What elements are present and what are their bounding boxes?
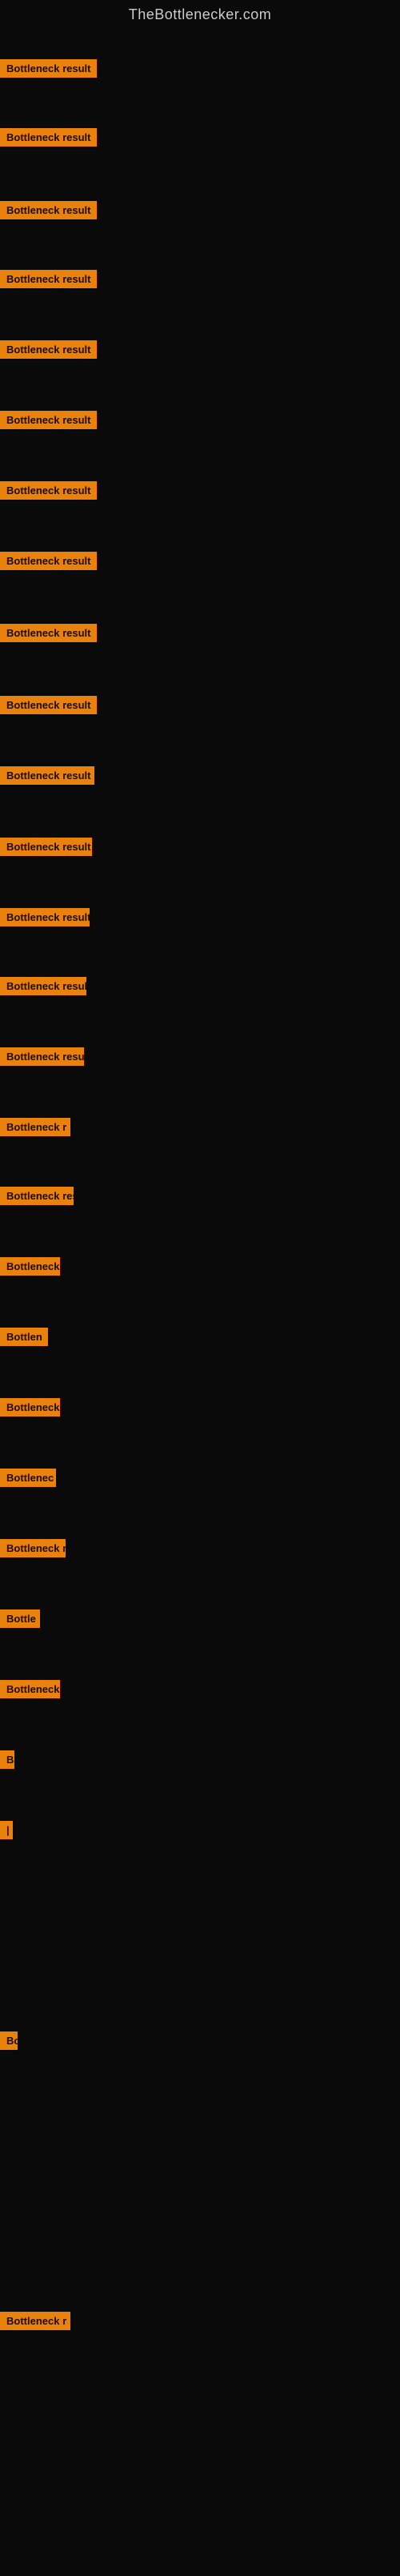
bottleneck-badge: Bottleneck: [0, 1257, 60, 1276]
bottleneck-result-item[interactable]: Bottleneck result: [0, 201, 97, 223]
bottleneck-badge: Bottleneck result: [0, 481, 97, 500]
bottleneck-badge: Bottleneck result: [0, 270, 97, 288]
bottleneck-badge: |: [0, 1821, 13, 1839]
bottleneck-result-item[interactable]: Bottleneck result: [0, 340, 97, 363]
bottleneck-result-item[interactable]: Bottlenec: [0, 1469, 56, 1491]
bottleneck-badge: Bottleneck result: [0, 696, 97, 714]
bottleneck-badge: Bottleneck result: [0, 59, 97, 78]
bottleneck-badge: Bottleneck r: [0, 2312, 70, 2330]
bottleneck-result-item[interactable]: Bottleneck result: [0, 552, 97, 574]
bottleneck-result-item[interactable]: Bottleneck result: [0, 908, 90, 930]
bottleneck-badge: Bottleneck result: [0, 977, 86, 995]
bottleneck-result-item[interactable]: Bottleneck: [0, 1257, 60, 1280]
bottleneck-badge: Bottleneck result: [0, 552, 97, 570]
bottleneck-badge: B: [0, 1750, 14, 1769]
bottleneck-result-item[interactable]: Bottleneck: [0, 1398, 60, 1421]
bottleneck-result-item[interactable]: Bottleneck r: [0, 1118, 70, 1140]
bottleneck-badge: Bottleneck result: [0, 340, 97, 359]
bottleneck-badge: Bottleneck: [0, 1398, 60, 1417]
bottleneck-badge: Bottlenec: [0, 1469, 56, 1487]
bottleneck-result-item[interactable]: B: [0, 1750, 14, 1773]
bottleneck-badge: Bottleneck result: [0, 624, 97, 642]
bottleneck-badge: Bottleneck r: [0, 1539, 66, 1557]
bottleneck-result-item[interactable]: Bottlen: [0, 1328, 48, 1350]
bottleneck-badge: Bottleneck result: [0, 411, 97, 429]
bottleneck-badge: Bottleneck result: [0, 128, 97, 147]
bottleneck-result-item[interactable]: Bottle: [0, 1609, 40, 1632]
bottleneck-result-item[interactable]: Bottleneck result: [0, 977, 86, 999]
bottleneck-result-item[interactable]: Bottleneck result: [0, 1047, 84, 1070]
bottleneck-badge: Bottleneck result: [0, 838, 92, 856]
bottleneck-result-item[interactable]: Bo: [0, 2031, 18, 2054]
bottleneck-result-item[interactable]: Bottleneck result: [0, 128, 97, 151]
bottleneck-result-item[interactable]: |: [0, 1821, 13, 1843]
bottleneck-result-item[interactable]: Bottleneck result: [0, 766, 94, 789]
bottleneck-badge: Bottlen: [0, 1328, 48, 1346]
bottleneck-result-item[interactable]: Bottleneck result: [0, 411, 97, 433]
bottleneck-result-item[interactable]: Bottleneck result: [0, 624, 97, 646]
bottleneck-badge: Bottleneck result: [0, 908, 90, 926]
bottleneck-result-item[interactable]: Bottleneck r: [0, 1539, 66, 1561]
bottleneck-badge: Bottleneck res: [0, 1187, 74, 1205]
bottleneck-result-item[interactable]: Bottleneck result: [0, 696, 97, 718]
bottleneck-badge: Bottleneck: [0, 1680, 60, 1698]
bottleneck-result-item[interactable]: Bottleneck res: [0, 1187, 74, 1209]
site-title: TheBottlenecker.com: [0, 0, 400, 30]
bottleneck-badge: Bo: [0, 2031, 18, 2050]
bottleneck-result-item[interactable]: Bottleneck result: [0, 481, 97, 504]
bottleneck-result-item[interactable]: Bottleneck result: [0, 270, 97, 292]
bottleneck-result-item[interactable]: Bottleneck: [0, 1680, 60, 1702]
bottleneck-badge: Bottleneck result: [0, 766, 94, 785]
bottleneck-badge: Bottleneck result: [0, 1047, 84, 1066]
bottleneck-result-item[interactable]: Bottleneck result: [0, 838, 92, 860]
bottleneck-badge: Bottle: [0, 1609, 40, 1628]
bottleneck-result-item[interactable]: Bottleneck result: [0, 59, 97, 82]
bottleneck-badge: Bottleneck r: [0, 1118, 70, 1136]
bottleneck-badge: Bottleneck result: [0, 201, 97, 219]
bottleneck-result-item[interactable]: Bottleneck r: [0, 2312, 70, 2334]
